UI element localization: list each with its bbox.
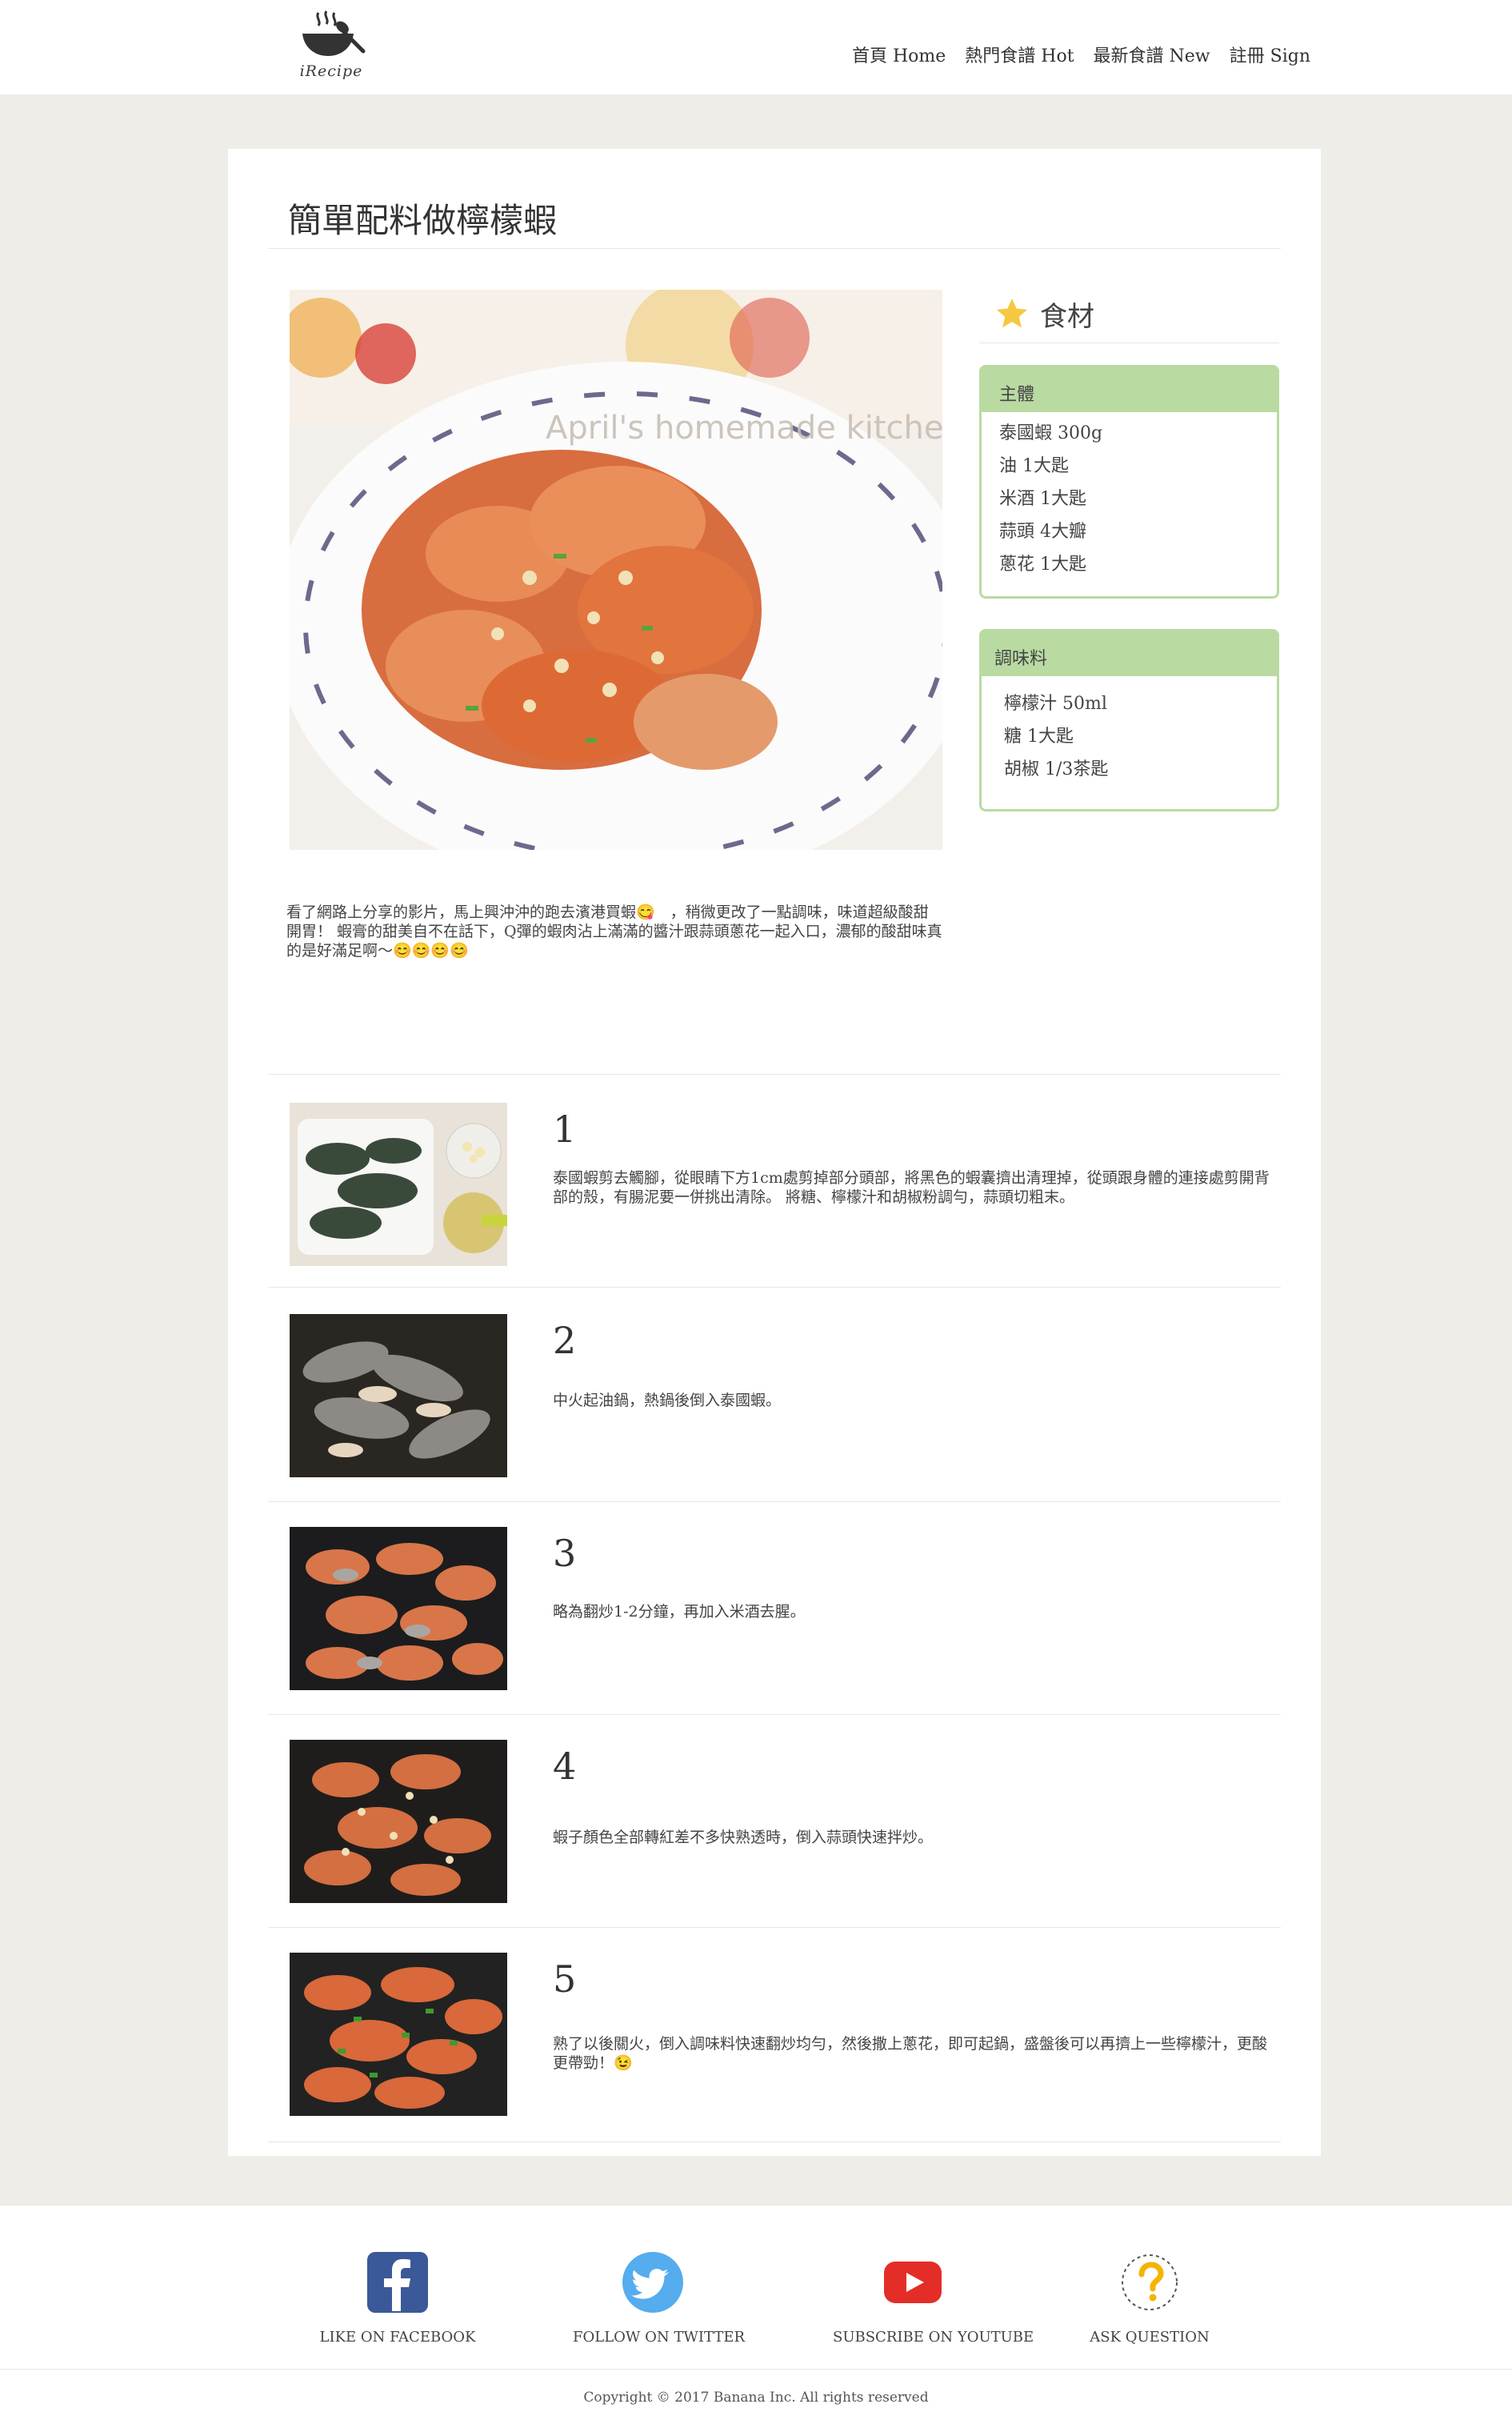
bowl-logo-icon — [302, 10, 366, 56]
step-3-number: 3 — [553, 1532, 577, 1575]
ingredient-item: 泰國蝦 300g — [999, 423, 1103, 443]
frying-shrimp-photo — [290, 1527, 507, 1690]
step-2-number: 2 — [553, 1319, 577, 1362]
ingredient-item: 胡椒 1/3茶匙 — [1004, 759, 1109, 779]
step-5-image — [290, 1953, 507, 2116]
step-divider — [268, 1501, 1281, 1502]
step-1-image — [290, 1103, 507, 1266]
youtube-link[interactable]: SUBSCRIBE ON YOUTUBE — [833, 2250, 1034, 2346]
step-5-text: 熟了以後關火，倒入調味料快速翻炒均勻，然後撒上蔥花，即可起鍋，盛盤後可以再擠上一… — [553, 2035, 1268, 2072]
title-divider — [268, 248, 1281, 249]
step-4-text: 蝦子顏色全部轉紅差不多快熟透時，倒入蒜頭快速拌炒。 — [553, 1829, 934, 1846]
recipe-description: 看了網路上分享的影片，馬上興沖沖的跑去濱港買蝦😋 ，稍微更改了一點調味，味道超級… — [286, 903, 942, 960]
ingredient-item: 糖 1大匙 — [1004, 727, 1074, 747]
ask-question-label: ASK QUESTION — [1090, 2329, 1210, 2346]
step-1-text: 泰國蝦剪去觸腳，從眼睛下方1cm處剪掉部分頭部，將黑色的蝦囊擠出清理掉，從頭跟身… — [553, 1169, 1270, 1206]
step-4-number: 4 — [553, 1745, 577, 1788]
twitter-icon — [622, 2252, 683, 2313]
ingredients-heading-text: 食材 — [1040, 300, 1094, 333]
ingredient-group-seasoning: 調味料 檸檬汁 50ml 糖 1大匙 胡椒 1/3茶匙 — [979, 629, 1279, 811]
nav-sign[interactable]: 註冊 Sign — [1230, 42, 1310, 67]
question-icon — [1122, 2254, 1178, 2310]
footer: LIKE ON FACEBOOK FOLLOW ON TWITTER SUBSC… — [0, 2206, 1512, 2420]
twitter-link[interactable]: FOLLOW ON TWITTER — [573, 2250, 746, 2346]
ingredient-item: 蔥花 1大匙 — [999, 555, 1086, 575]
ingredient-item: 檸檬汁 50ml — [1004, 694, 1107, 714]
step-5-number: 5 — [553, 1957, 577, 2001]
step-2-text: 中火起油鍋，熱鍋後倒入泰國蝦。 — [553, 1392, 782, 1409]
nav-new[interactable]: 最新食譜 New — [1094, 42, 1210, 67]
main-nav: 首頁 Home 熱門食譜 Hot 最新食譜 New 註冊 Sign — [852, 42, 1310, 67]
garlic-shrimp-photo — [290, 1740, 507, 1903]
ingredient-list: 泰國蝦 300g 油 1大匙 米酒 1大匙 蒜頭 4大瓣 蔥花 1大匙 — [982, 412, 1277, 581]
step-2-image — [290, 1314, 507, 1477]
facebook-icon — [367, 2252, 428, 2313]
youtube-icon — [884, 2262, 942, 2303]
top-navbar: iRecipe 首頁 Home 熱門食譜 Hot 最新食譜 New 註冊 Sig… — [0, 0, 1512, 94]
photo-watermark: April's homemade kitchen — [546, 410, 942, 447]
ingredient-group-title: 調味料 — [982, 631, 1277, 676]
footer-divider — [0, 2369, 1512, 2370]
shrimp-dish-photo — [290, 290, 942, 850]
nav-hot[interactable]: 熱門食譜 Hot — [965, 42, 1074, 67]
ingredient-item: 蒜頭 4大瓣 — [999, 522, 1086, 542]
ingredient-group-title: 主體 — [982, 367, 1277, 412]
facebook-link[interactable]: LIKE ON FACEBOOK — [318, 2250, 478, 2346]
nav-home[interactable]: 首頁 Home — [852, 42, 946, 67]
recipe-card: 簡單配料做檸檬蝦 April's homemade kitchen 看了網路上分… — [228, 149, 1321, 2156]
ingredient-item: 米酒 1大匙 — [999, 489, 1086, 509]
facebook-label: LIKE ON FACEBOOK — [319, 2329, 476, 2346]
step-4-image — [290, 1740, 507, 1903]
raw-shrimp-photo — [290, 1103, 507, 1266]
finished-shrimp-photo — [290, 1953, 507, 2116]
step-divider — [268, 1287, 1281, 1288]
star-icon — [996, 298, 1028, 328]
step-divider — [268, 1714, 1281, 1715]
step-3-image — [290, 1527, 507, 1690]
step-divider — [268, 1927, 1281, 1928]
step-1-number: 1 — [553, 1108, 577, 1151]
ingredient-group-main: 主體 泰國蝦 300g 油 1大匙 米酒 1大匙 蒜頭 4大瓣 蔥花 1大匙 — [979, 365, 1279, 599]
logo-text: iRecipe — [299, 62, 363, 80]
youtube-label: SUBSCRIBE ON YOUTUBE — [833, 2329, 1034, 2346]
hero-dish-image: April's homemade kitchen — [290, 290, 942, 850]
steps-divider — [268, 1074, 1281, 1075]
site-logo[interactable]: iRecipe — [294, 10, 368, 86]
recipe-title: 簡單配料做檸檬蝦 — [288, 201, 558, 240]
ingredient-item: 油 1大匙 — [999, 456, 1069, 476]
cut-shrimp-photo — [290, 1314, 507, 1477]
copyright-text: Copyright © 2017 Banana Inc. All rights … — [583, 2390, 929, 2406]
ingredient-list: 檸檬汁 50ml 糖 1大匙 胡椒 1/3茶匙 — [982, 676, 1277, 786]
step-3-text: 略為翻炒1-2分鐘，再加入米酒去腥。 — [553, 1603, 806, 1621]
ask-question-link[interactable]: ASK QUESTION — [1070, 2250, 1230, 2346]
ingredients-heading: 食材 — [994, 290, 1094, 338]
twitter-label: FOLLOW ON TWITTER — [573, 2329, 746, 2346]
